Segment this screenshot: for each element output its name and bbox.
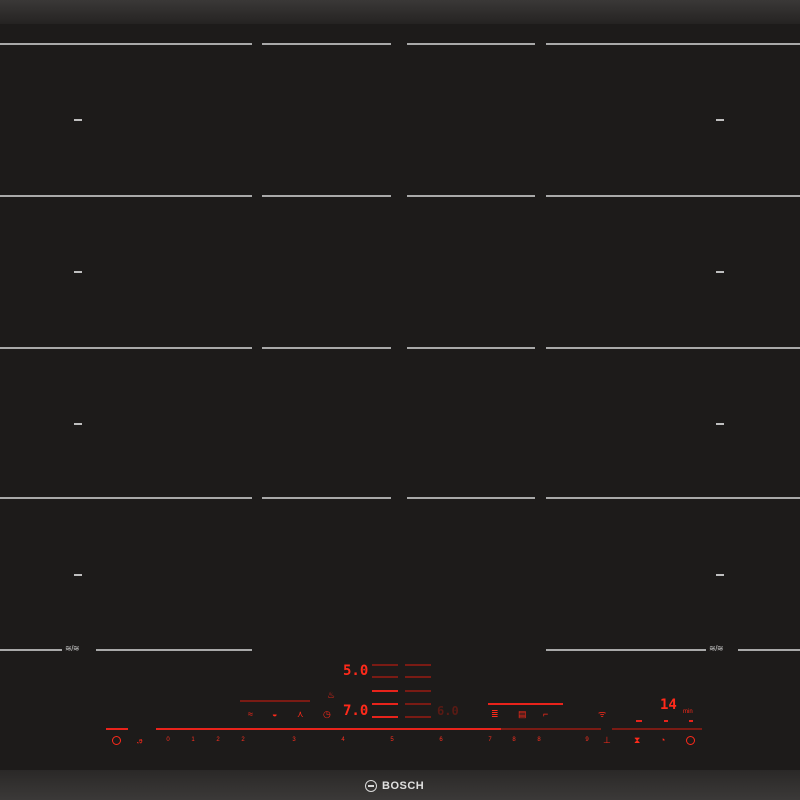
indicator-dot: [689, 720, 693, 722]
indicator-bar: [405, 703, 431, 705]
zone-line: [546, 43, 800, 45]
timer-clock-icon[interactable]: [686, 736, 695, 745]
indicator-dot: [664, 720, 668, 722]
zone-line: [262, 43, 391, 45]
power-slider[interactable]: [156, 728, 501, 730]
zone-indicator-dash: [74, 423, 82, 425]
power-icon[interactable]: [112, 736, 121, 745]
zone-line: [0, 347, 252, 349]
zone-line: [546, 195, 800, 197]
zone-indicator-dash: [716, 271, 724, 273]
indicator-bar: [372, 664, 398, 666]
zone-line: [738, 649, 800, 651]
slider-step[interactable]: 8: [534, 736, 544, 744]
zone-line: [546, 649, 706, 651]
zone-line: [407, 347, 535, 349]
zone-indicator-dash: [716, 574, 724, 576]
cooktop-frame-top: [0, 0, 800, 24]
function-bar: [488, 703, 563, 705]
zone-indicator-dash: [74, 271, 82, 273]
power-level-upper: 5.0: [343, 663, 369, 679]
slider-step[interactable]: 8: [509, 736, 519, 744]
powermove-icon[interactable]: ≣: [491, 709, 499, 719]
indicator-bar: [372, 703, 398, 705]
indicator-bar: [372, 676, 398, 678]
zone-indicator-dash: [716, 119, 724, 121]
slider-step[interactable]: 6: [436, 736, 446, 744]
timer-unit: min: [683, 709, 693, 715]
indicator-bar: [372, 716, 398, 718]
zone-indicator-dash: [74, 119, 82, 121]
zone-line: [0, 195, 252, 197]
zone-line: [0, 43, 252, 45]
indicator-bar: [405, 690, 431, 692]
slider-segment: [612, 728, 702, 730]
zone-line: [262, 195, 391, 197]
zone-indicator-dash: [74, 574, 82, 576]
wifi-icon[interactable]: ᯤ: [598, 709, 606, 719]
fry-sensor-icon[interactable]: ⌐: [543, 709, 548, 719]
zone-line: [0, 649, 62, 651]
slider-step[interactable]: 0: [163, 736, 173, 744]
slider-step[interactable]: 2: [213, 736, 223, 744]
sensor-icon[interactable]: ♨: [327, 690, 335, 700]
brand-name: BOSCH: [382, 780, 425, 792]
childlock-icon[interactable]: ꭿ: [137, 735, 142, 745]
power-level-secondary: 6.0: [437, 704, 459, 718]
slider-step[interactable]: 4: [338, 736, 348, 744]
slider-segment: [106, 728, 128, 730]
timer-display: 14: [660, 697, 677, 713]
zone-line: [262, 497, 391, 499]
brand-logo: BOSCH: [365, 776, 435, 796]
frying-icon[interactable]: ◒: [272, 709, 277, 719]
indicator-bar: [405, 676, 431, 678]
slider-step[interactable]: 9: [582, 736, 592, 744]
slider-step[interactable]: 5: [387, 736, 397, 744]
flex-mode-icon[interactable]: ▤: [518, 709, 527, 719]
slider-step[interactable]: 1: [188, 736, 198, 744]
zone-line: [407, 43, 535, 45]
move-icon[interactable]: ⋏: [297, 709, 304, 719]
zone-line: [546, 347, 800, 349]
indicator-bar: [372, 690, 398, 692]
bosch-logo-icon: [365, 780, 377, 792]
zone-line: [546, 497, 800, 499]
indicator-dot: [636, 720, 642, 722]
zone-line: [407, 497, 535, 499]
slider-step[interactable]: 7: [485, 736, 495, 744]
slider-step[interactable]: 2: [238, 736, 248, 744]
flex-zone-icon: ≋/≋: [709, 644, 724, 653]
indicator-bar: [405, 664, 431, 666]
power-level-main: 7.0: [343, 703, 369, 719]
zone-indicator-dash: [716, 423, 724, 425]
indicator-bar: [405, 716, 431, 718]
boost-icon[interactable]: ≈: [248, 709, 253, 719]
stopwatch-icon[interactable]: ◔: [660, 735, 665, 745]
zone-line: [96, 649, 252, 651]
alarm-icon[interactable]: ⊥: [603, 735, 611, 745]
timer-icon[interactable]: ◷: [323, 709, 331, 719]
zone-line: [0, 497, 252, 499]
slider-step[interactable]: 3: [289, 736, 299, 744]
hourglass-icon[interactable]: ⧗: [634, 735, 640, 745]
zone-line: [407, 195, 535, 197]
flex-zone-icon: ≋/≋: [65, 644, 80, 653]
zone-line: [262, 347, 391, 349]
power-slider-inactive[interactable]: [501, 728, 601, 730]
function-bar: [240, 700, 310, 702]
